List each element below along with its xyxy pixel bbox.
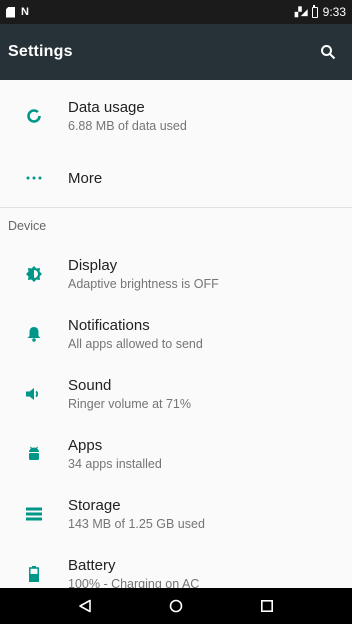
status-bar: N ▞◢ 9:33 <box>0 0 352 24</box>
settings-item-subtitle: Ringer volume at 71% <box>68 397 191 411</box>
settings-item-display[interactable]: Display Adaptive brightness is OFF <box>0 244 352 304</box>
storage-icon <box>0 507 68 521</box>
settings-item-battery[interactable]: Battery 100% - Charging on AC <box>0 544 352 588</box>
settings-item-subtitle: All apps allowed to send <box>68 337 203 351</box>
data-usage-icon <box>0 108 68 124</box>
battery-status-icon <box>311 4 318 18</box>
settings-item-subtitle: 100% - Charging on AC <box>68 577 200 588</box>
settings-list: Data usage 6.88 MB of data used More Dev… <box>0 80 352 588</box>
home-icon[interactable] <box>156 591 196 621</box>
signal-icon: ▞◢ <box>294 6 308 17</box>
status-time: 9:33 <box>322 5 346 19</box>
android-icon <box>0 446 68 462</box>
sim-card-icon <box>6 6 15 18</box>
settings-item-sound[interactable]: Sound Ringer volume at 71% <box>0 364 352 424</box>
notification-n-icon: N <box>21 6 29 18</box>
settings-item-title: Sound <box>68 377 112 394</box>
app-bar: Settings <box>0 24 352 80</box>
settings-item-title: More <box>68 169 103 187</box>
settings-item-title: Data usage <box>68 99 145 116</box>
speaker-icon <box>0 387 68 401</box>
page-title: Settings <box>8 43 73 60</box>
brightness-icon <box>0 266 68 282</box>
settings-item-title: Apps <box>68 437 103 454</box>
settings-item-title: Display <box>68 257 118 274</box>
settings-item-storage[interactable]: Storage 143 MB of 1.25 GB used <box>0 484 352 544</box>
settings-item-notifications[interactable]: Notifications All apps allowed to send <box>0 304 352 364</box>
section-header-device: Device <box>8 219 47 233</box>
settings-item-subtitle: 34 apps installed <box>68 457 162 471</box>
settings-item-subtitle: 143 MB of 1.25 GB used <box>68 517 205 531</box>
navigation-bar <box>0 588 352 624</box>
settings-item-title: Storage <box>68 497 121 514</box>
settings-item-title: Battery <box>68 557 116 574</box>
battery-icon <box>0 566 68 582</box>
settings-item-subtitle: 6.88 MB of data used <box>68 119 187 133</box>
settings-item-data-usage[interactable]: Data usage 6.88 MB of data used <box>0 80 352 152</box>
more-dots-icon <box>0 176 68 180</box>
search-icon[interactable] <box>318 42 338 62</box>
settings-item-more[interactable]: More <box>0 152 352 204</box>
settings-item-title: Notifications <box>68 317 150 334</box>
bell-icon <box>0 326 68 342</box>
back-icon[interactable] <box>65 591 105 621</box>
settings-item-subtitle: Adaptive brightness is OFF <box>68 277 219 291</box>
settings-item-apps[interactable]: Apps 34 apps installed <box>0 424 352 484</box>
recents-icon[interactable] <box>247 591 287 621</box>
